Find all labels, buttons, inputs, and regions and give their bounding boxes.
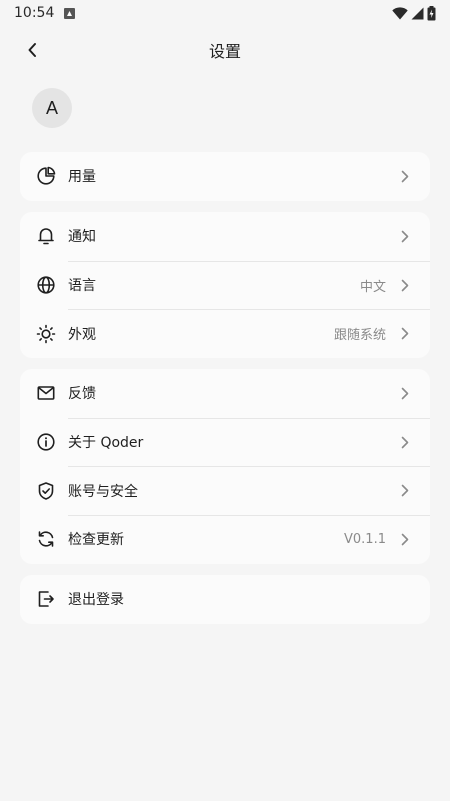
globe-icon [36, 275, 56, 295]
refresh-icon [36, 529, 56, 549]
signal-icon [411, 7, 424, 19]
avatar[interactable]: A [32, 88, 72, 128]
back-button[interactable] [16, 34, 48, 66]
appearance-value: 跟随系统 [333, 328, 386, 344]
logout-row[interactable]: 退出登录 [20, 575, 430, 624]
battery-icon [427, 5, 436, 20]
bell-icon [36, 226, 56, 246]
shield-check-icon [36, 481, 56, 501]
logout-card: 退出登录 [20, 575, 430, 624]
page-title: 设置 [208, 42, 241, 61]
chevron-right-icon [400, 327, 410, 341]
chevron-right-icon [400, 435, 410, 449]
avatar-letter: A [45, 97, 58, 118]
language-label: 语言 [68, 278, 96, 295]
about-label: 关于 Qoder [68, 435, 144, 452]
account-security-label: 账号与安全 [68, 483, 138, 500]
appearance-row[interactable]: 外观 跟随系统 [20, 309, 430, 358]
chevron-right-icon [400, 169, 410, 183]
notifications-row[interactable]: 通知 [20, 212, 430, 261]
chevron-right-icon [400, 386, 410, 400]
language-value: 中文 [359, 279, 386, 295]
chevron-right-icon [400, 484, 410, 498]
feedback-row[interactable]: 反馈 [20, 369, 430, 418]
wifi-icon [392, 6, 408, 20]
language-row[interactable]: 语言 中文 [20, 260, 430, 310]
top-app-bar: 设置 [0, 26, 450, 74]
preferences-card: 通知 语言 中文 外观 跟随系统 [20, 212, 430, 359]
feedback-label: 反馈 [68, 386, 96, 403]
usage-row[interactable]: 用量 [20, 152, 430, 201]
check-update-label: 检查更新 [68, 532, 124, 549]
info-card: 反馈 关于 Qoder 账号与安全 检查更新 V0.1.1 [20, 369, 430, 564]
usage-card: 用量 [20, 152, 430, 201]
status-bar: 10:54 [0, 0, 450, 26]
chevron-left-icon [28, 43, 36, 57]
about-row[interactable]: 关于 Qoder [20, 417, 430, 467]
usage-label: 用量 [68, 169, 96, 186]
appearance-label: 外观 [68, 326, 96, 343]
logout-label: 退出登录 [68, 592, 124, 609]
mail-icon [36, 383, 56, 403]
chevron-right-icon [400, 532, 410, 546]
logout-icon [36, 589, 56, 609]
check-update-row[interactable]: 检查更新 V0.1.1 [20, 515, 430, 564]
app-notification-icon [64, 7, 76, 19]
version-value: V0.1.1 [344, 531, 386, 547]
status-time: 10:54 [14, 5, 55, 21]
pie-chart-icon [36, 166, 56, 186]
chevron-right-icon [400, 278, 410, 292]
chevron-right-icon [400, 229, 410, 243]
notifications-label: 通知 [68, 229, 96, 246]
account-security-row[interactable]: 账号与安全 [20, 466, 430, 515]
info-icon [36, 432, 56, 452]
sun-icon [36, 324, 56, 344]
